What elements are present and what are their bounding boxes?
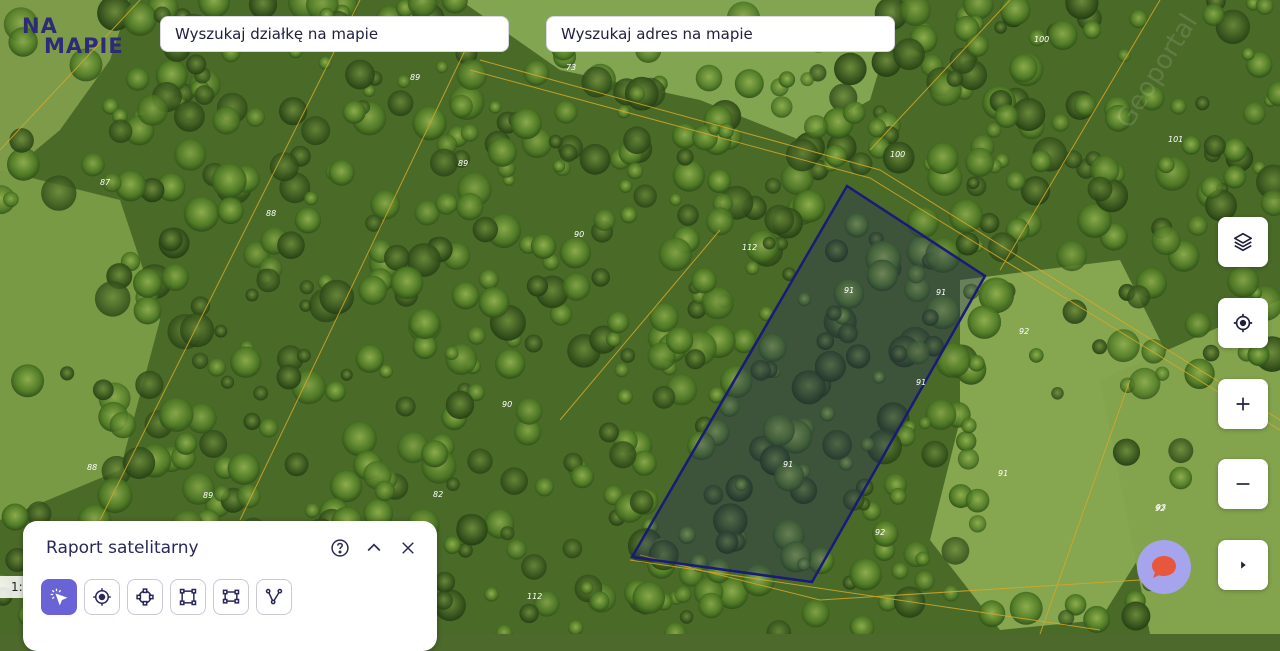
point-tool-icon: [92, 587, 112, 607]
panel-title: Raport satelitarny: [46, 538, 199, 558]
locate-button[interactable]: [1218, 298, 1268, 348]
parcel-number: 93: [1156, 503, 1166, 512]
parcel-number: 73: [566, 63, 576, 72]
parcel-number: 91: [783, 460, 793, 469]
parcel-number: 100: [890, 150, 905, 159]
parcel-number: 82: [433, 490, 443, 499]
line-tool-button[interactable]: [256, 579, 292, 615]
parcel-number: 91: [936, 288, 946, 297]
address-search-input[interactable]: Wyszukaj adres na mapie: [546, 16, 895, 52]
map-scale: 1:: [0, 576, 24, 598]
parcel-number: 88: [266, 209, 276, 218]
polygon-tool-icon: [221, 587, 241, 607]
zoom-out-button[interactable]: [1218, 459, 1268, 509]
parcel-number: 92: [1019, 327, 1029, 336]
locate-icon: [1232, 312, 1254, 334]
line-tool-icon: [264, 587, 284, 607]
parcel-number: 100: [1034, 35, 1049, 44]
help-icon[interactable]: [329, 537, 351, 559]
parcel-number: 89: [203, 491, 213, 500]
rectangle-tool-button[interactable]: [170, 579, 206, 615]
layers-icon: [1232, 231, 1254, 253]
parcel-number: 91: [844, 286, 854, 295]
logo[interactable]: NA MAPIE: [22, 16, 124, 56]
select-tool-icon: [49, 587, 69, 607]
chat-button[interactable]: [1137, 540, 1191, 594]
select-tool-button[interactable]: [41, 579, 77, 615]
chevron-up-icon[interactable]: [363, 537, 385, 559]
layers-button[interactable]: [1218, 217, 1268, 267]
parcel-search-input[interactable]: Wyszukaj działkę na mapie: [160, 16, 509, 52]
parcel-number: 89: [458, 159, 468, 168]
expand-panel-button[interactable]: [1218, 540, 1268, 590]
parcel-number: 89: [410, 73, 420, 82]
minus-icon: [1232, 473, 1254, 495]
polygon-tool-button[interactable]: [213, 579, 249, 615]
parcel-number: 91: [998, 469, 1008, 478]
parcel-number: 91: [916, 378, 926, 387]
satellite-report-panel: Raport satelitarny: [23, 521, 437, 651]
parcel-number: 112: [742, 243, 757, 252]
parcel-number: 101: [1168, 135, 1183, 144]
parcel-number: 112: [527, 592, 542, 601]
zoom-in-button[interactable]: [1218, 379, 1268, 429]
play-icon: [1232, 554, 1254, 576]
close-icon[interactable]: [397, 537, 419, 559]
chat-icon: [1150, 554, 1178, 580]
logo-line-2: MAPIE: [44, 36, 124, 56]
parcel-number: 90: [502, 400, 512, 409]
plus-icon: [1232, 393, 1254, 415]
circle-tool-button[interactable]: [127, 579, 163, 615]
parcel-number: 90: [574, 230, 584, 239]
point-tool-button[interactable]: [84, 579, 120, 615]
address-search-placeholder: Wyszukaj adres na mapie: [561, 25, 753, 43]
circle-tool-icon: [135, 587, 155, 607]
parcel-number: 87: [100, 178, 111, 187]
parcel-number: 88: [87, 463, 97, 472]
parcel-number: 92: [875, 528, 885, 537]
rectangle-tool-icon: [178, 587, 198, 607]
logo-line-1: NA: [22, 16, 124, 36]
parcel-search-placeholder: Wyszukaj działkę na mapie: [175, 25, 378, 43]
